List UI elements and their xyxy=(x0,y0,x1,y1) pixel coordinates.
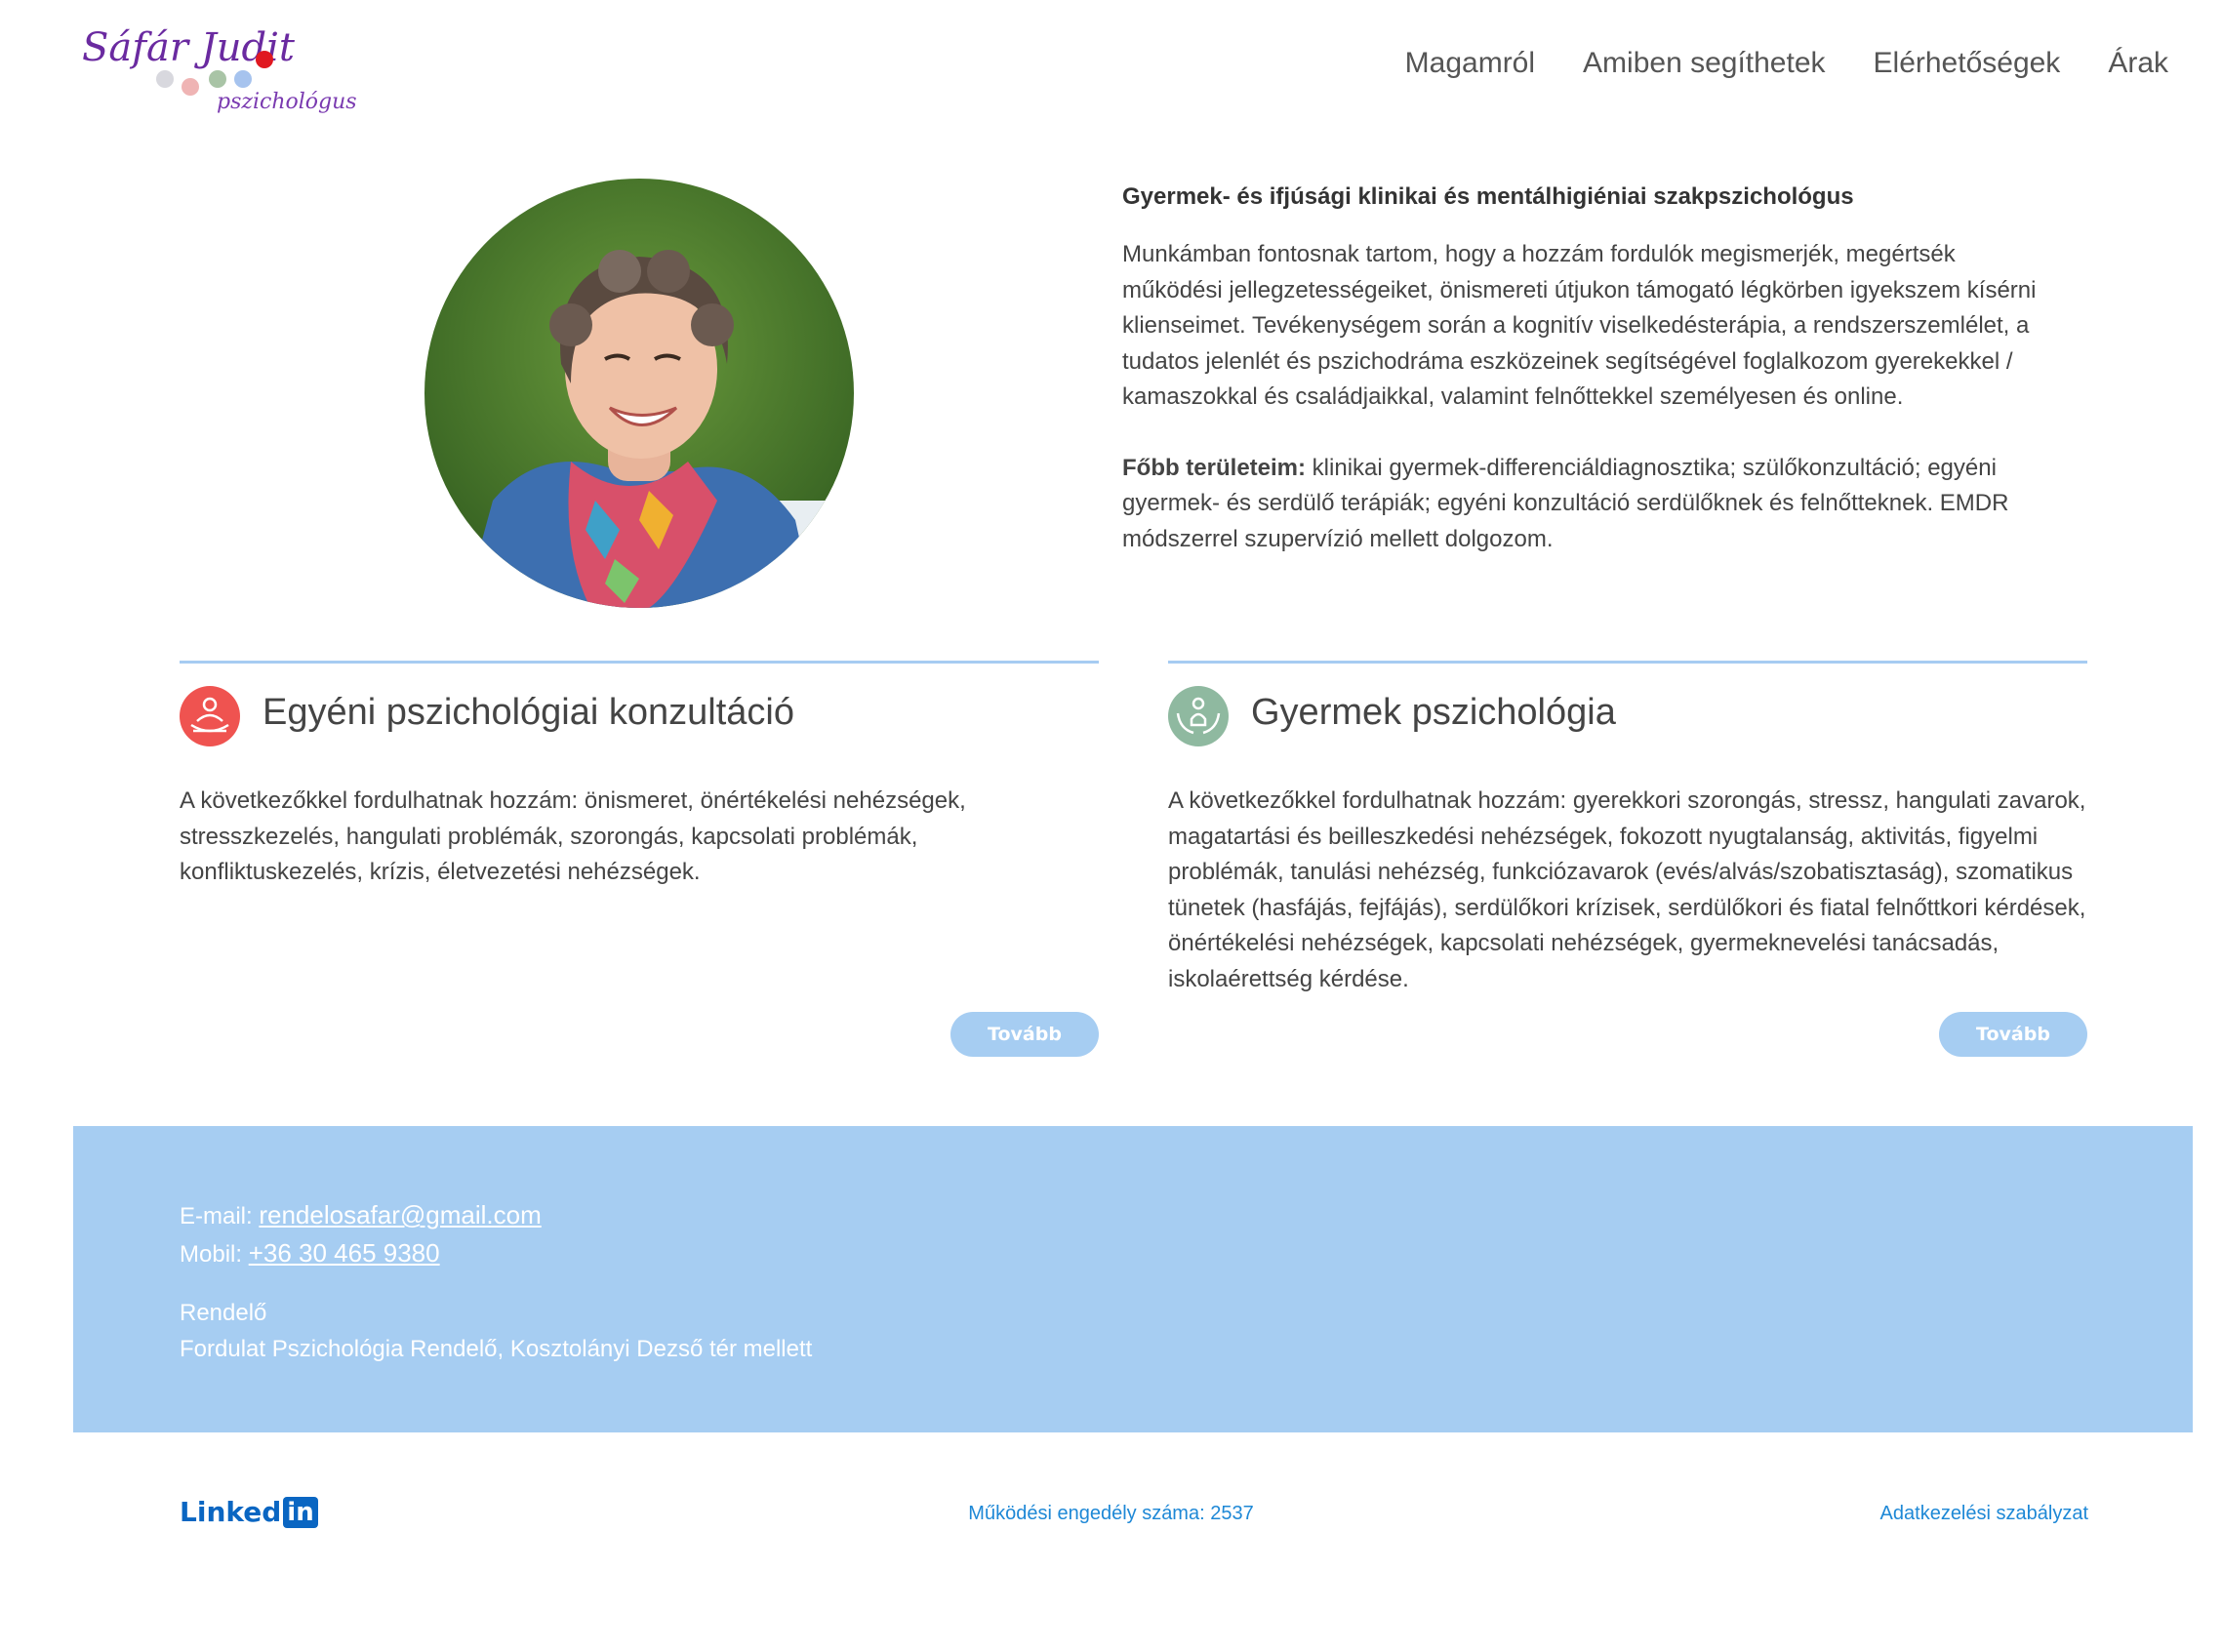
nav-item-elerhetosegek[interactable]: Elérhetőségek xyxy=(1874,47,2061,80)
site-logo[interactable]: Sáfár Judit pszichológus xyxy=(82,25,357,133)
card-title: Egyéni pszichológiai konzultáció xyxy=(263,692,794,733)
logo-dot-grey xyxy=(156,70,174,88)
nav-item-magamrol[interactable]: Magamról xyxy=(1405,47,1535,80)
profile-photo xyxy=(424,179,854,608)
intro-paragraph: Munkámban fontosnak tartom, hogy a hozzá… xyxy=(1122,241,2037,410)
privacy-policy-link[interactable]: Adatkezelési szabályzat xyxy=(1880,1503,2088,1525)
phone-label: Mobil: xyxy=(180,1240,249,1268)
intro-section: Gyermek- és ifjúsági klinikai és mentálh… xyxy=(1122,181,2040,592)
phone-link[interactable]: +36 30 465 9380 xyxy=(249,1238,440,1268)
email-label: E-mail: xyxy=(180,1203,260,1229)
logo-subtitle: pszichológus xyxy=(217,90,357,114)
logo-dot-blue xyxy=(234,70,252,88)
intro-title: Gyermek- és ifjúsági klinikai és mentálh… xyxy=(1122,183,1854,210)
main-nav: Magamról Amiben segíthetek Elérhetőségek… xyxy=(1405,47,2168,80)
nav-item-amiben-segithetek[interactable]: Amiben segíthetek xyxy=(1583,47,1825,80)
card-divider xyxy=(1168,661,2087,664)
intro-areas: Főbb területeim: klinikai gyermek-differ… xyxy=(1122,451,2040,558)
logo-dot-red xyxy=(256,51,273,68)
more-button[interactable]: Tovább xyxy=(1939,1012,2087,1057)
logo-dot-green xyxy=(209,70,226,88)
areas-label: Főbb területeim: xyxy=(1122,454,1307,481)
counseling-icon xyxy=(180,686,240,746)
phone-line: Mobil: +36 30 465 9380 xyxy=(180,1235,812,1273)
email-link[interactable]: rendelosafar@gmail.com xyxy=(259,1200,541,1229)
email-line: E-mail: rendelosafar@gmail.com xyxy=(180,1197,812,1235)
contact-section: E-mail: rendelosafar@gmail.com Mobil: +3… xyxy=(73,1126,2193,1432)
more-button[interactable]: Tovább xyxy=(950,1012,1099,1057)
office-address: Fordulat Pszichológia Rendelő, Kosztolán… xyxy=(180,1335,813,1362)
card-text: A következőkkel fordulhatnak hozzám: öni… xyxy=(180,787,966,885)
child-care-icon xyxy=(1168,686,1229,746)
logo-dot-pink xyxy=(182,78,199,96)
service-card-child: Gyermek pszichológia A következőkkel for… xyxy=(1168,661,2087,1061)
nav-item-arak[interactable]: Árak xyxy=(2108,47,2168,80)
office-label: Rendelő xyxy=(180,1300,267,1326)
card-text: A következőkkel fordulhatnak hozzám: gye… xyxy=(1168,787,2086,992)
card-divider xyxy=(180,661,1099,664)
card-title: Gyermek pszichológia xyxy=(1251,692,1616,733)
service-card-individual: Egyéni pszichológiai konzultáció A követ… xyxy=(180,661,1099,1061)
